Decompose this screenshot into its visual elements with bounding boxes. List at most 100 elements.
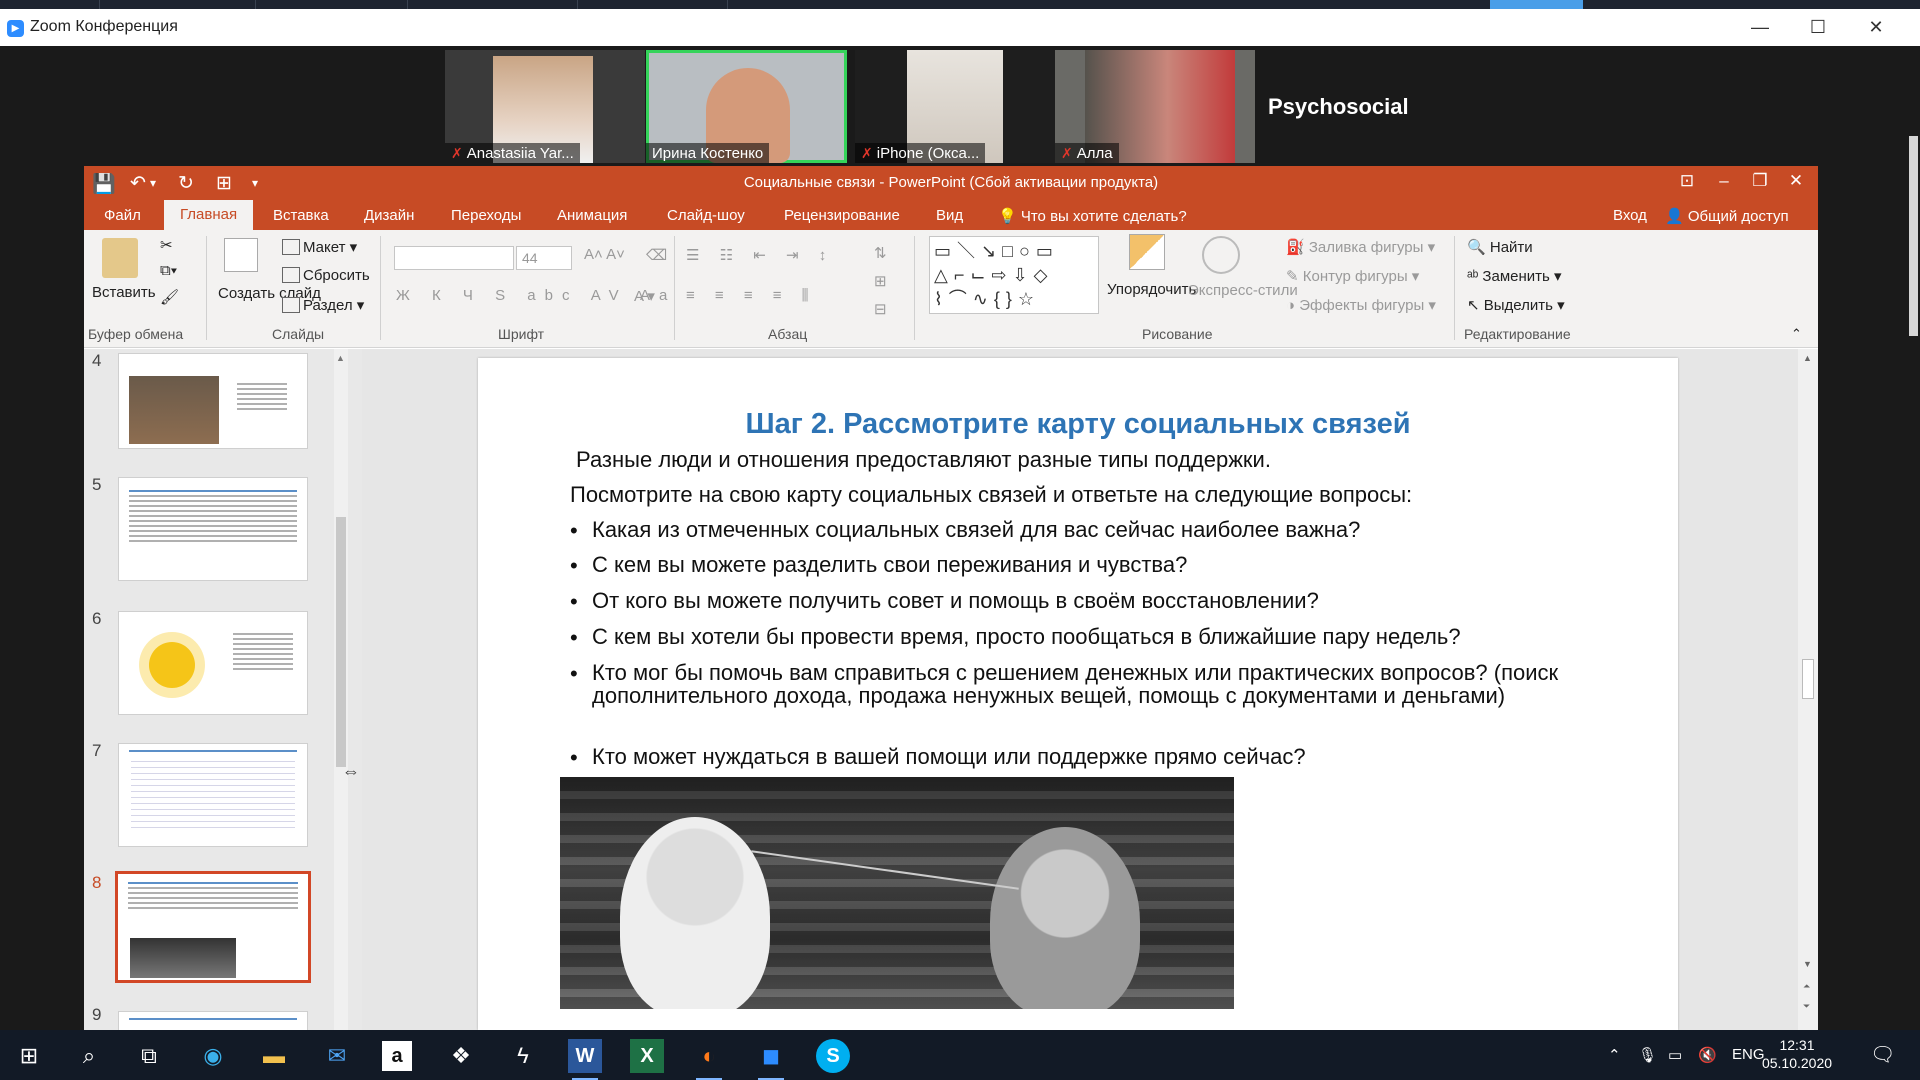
tab-design[interactable]: Дизайн xyxy=(364,207,414,224)
clear-formatting-icon[interactable]: ⌫ xyxy=(646,246,667,264)
group-separator xyxy=(1454,236,1455,340)
thumbnail-scroll-thumb[interactable] xyxy=(336,517,346,767)
slide-thumbnail-6[interactable] xyxy=(118,611,308,715)
participant-name-tile[interactable]: Psychosocial su... xyxy=(1258,50,1458,232)
battery-icon[interactable]: ▭ xyxy=(1668,1046,1682,1064)
new-slide-icon[interactable] xyxy=(224,238,258,272)
grow-font-icon[interactable]: A˄ A˅ xyxy=(584,246,625,263)
layout-button[interactable]: Макет ▾ xyxy=(282,238,357,256)
tab-home[interactable]: Главная xyxy=(164,200,254,230)
paste-icon[interactable] xyxy=(102,238,138,278)
close-icon[interactable]: ✕ xyxy=(1856,17,1896,38)
slide-title[interactable]: Шаг 2. Рассмотрите карту социальных связ… xyxy=(478,408,1678,441)
task-view-icon[interactable]: ⧉ xyxy=(132,1039,166,1073)
slide-thumbnail-5[interactable] xyxy=(118,477,308,581)
arrange-icon[interactable] xyxy=(1129,234,1165,270)
zoom-scroll-thumb[interactable] xyxy=(1909,136,1918,336)
edge-icon[interactable]: ◉ xyxy=(196,1039,230,1073)
strip-segment xyxy=(256,0,408,9)
format-painter-icon[interactable]: 🖌 xyxy=(160,288,179,306)
shape-fill-button[interactable]: ⛽ Заливка фигуры ▾ xyxy=(1286,238,1435,256)
arrange-button[interactable]: Упорядочить xyxy=(1107,281,1196,298)
zoom-scrollbar[interactable] xyxy=(1908,46,1920,1030)
skype-icon[interactable]: S xyxy=(816,1039,850,1073)
tab-slideshow[interactable]: Слайд-шоу xyxy=(667,207,745,224)
cut-icon[interactable]: ✂ xyxy=(160,236,173,254)
amazon-icon[interactable]: a xyxy=(382,1041,412,1071)
minimize-icon[interactable]: — xyxy=(1740,17,1780,38)
next-slide-icon[interactable]: ⏷ xyxy=(1803,1001,1810,1012)
video-tile-active-speaker[interactable]: Ирина Костенко xyxy=(646,50,847,163)
tab-file[interactable]: Файл xyxy=(104,207,141,224)
replace-button[interactable]: ᵃᵇ Заменить ▾ xyxy=(1467,267,1562,285)
word-icon[interactable]: W xyxy=(568,1039,602,1080)
dropbox-icon[interactable]: ❖ xyxy=(444,1039,478,1073)
microphone-icon[interactable]: 🎙 xyxy=(1638,1046,1657,1064)
quick-styles-button[interactable]: Экспресс-стили xyxy=(1188,281,1298,300)
prev-slide-icon[interactable]: ⏶ xyxy=(1803,981,1810,992)
maximize-icon[interactable]: ☐ xyxy=(1798,17,1838,38)
tab-animations[interactable]: Анимация xyxy=(557,207,627,224)
new-slide-button[interactable]: Создать слайд xyxy=(218,284,321,303)
signin-link[interactable]: Вход xyxy=(1613,207,1647,224)
scroll-down-icon[interactable]: ▼ xyxy=(1803,959,1812,969)
mail-icon[interactable]: ✉ xyxy=(320,1039,354,1073)
slide-text-line[interactable]: Посмотрите на свою карту социальных связ… xyxy=(570,482,1412,508)
notifications-icon[interactable]: 🗨 xyxy=(1870,1042,1895,1067)
video-tile[interactable]: ✗ Anastasiia Yar... xyxy=(445,50,645,163)
tab-insert[interactable]: Вставка xyxy=(273,207,329,224)
tell-me-box[interactable]: 💡 Что вы хотите сделать? xyxy=(998,207,1187,225)
ppt-close-icon[interactable]: ✕ xyxy=(1778,171,1814,191)
ppt-restore-icon[interactable]: ❐ xyxy=(1742,171,1778,191)
video-tile[interactable]: ✗ iPhone (Окса... xyxy=(855,50,1055,163)
children-tin-can-phone-photo[interactable] xyxy=(560,777,1234,1009)
font-color-icon[interactable]: A ▾ xyxy=(634,287,655,305)
scroll-up-icon[interactable]: ▲ xyxy=(1803,353,1812,363)
thumbnail-scrollbar[interactable]: ▲ xyxy=(334,349,348,1030)
slide-thumbnail-9[interactable] xyxy=(118,1011,308,1030)
ppt-minimize-icon[interactable]: – xyxy=(1706,171,1742,191)
slide-thumbnail-4[interactable] xyxy=(118,353,308,449)
slide-thumbnail-7[interactable] xyxy=(118,743,308,847)
paste-button[interactable]: Вставить xyxy=(92,284,156,301)
font-size-combo[interactable]: 44 xyxy=(516,246,572,270)
slide-thumbnail-8-selected[interactable] xyxy=(115,871,311,983)
tab-transitions[interactable]: Переходы xyxy=(451,207,521,224)
windows-start-icon[interactable]: ⊞ xyxy=(12,1039,46,1073)
slide-text-line[interactable]: Разные люди и отношения предоставляют ра… xyxy=(576,447,1271,473)
select-button[interactable]: ↖ Выделить ▾ xyxy=(1467,296,1565,314)
video-tile[interactable]: ✗ Алла xyxy=(1055,50,1255,163)
copy-icon[interactable]: ⧉▾ xyxy=(160,262,177,279)
taskbar-clock[interactable]: 12:31 05.10.2020 xyxy=(1752,1036,1842,1072)
shapes-gallery[interactable]: ▭＼↘□○▭ △⌐⌙⇨⇩◇ ⌇⌒∿{}☆ xyxy=(929,236,1099,314)
firefox-icon[interactable]: ◐ xyxy=(692,1039,726,1080)
collapse-ribbon-icon[interactable]: ⌃ xyxy=(1791,326,1802,342)
shape-outline-button[interactable]: ✎ Контур фигуры ▾ xyxy=(1286,267,1419,285)
font-name-combo[interactable] xyxy=(394,246,514,270)
app-bolt-icon[interactable]: ϟ xyxy=(506,1039,540,1073)
shape-effects-button[interactable]: ◑ Эффекты фигуры ▾ xyxy=(1286,296,1436,314)
slide-number: 9 xyxy=(92,1005,102,1024)
speaker-muted-icon[interactable]: 🔇 xyxy=(1698,1046,1717,1064)
ribbon-display-icon[interactable]: ⊡ xyxy=(1669,171,1705,191)
tab-view[interactable]: Вид xyxy=(936,207,963,224)
tab-review[interactable]: Рецензирование xyxy=(784,207,900,224)
search-icon[interactable]: ⌕ xyxy=(72,1039,106,1073)
slide-scrollbar[interactable]: ▲ ▼ ⏶ ⏷ xyxy=(1798,349,1818,1030)
current-slide[interactable]: Шаг 2. Рассмотрите карту социальных связ… xyxy=(478,358,1678,1030)
file-explorer-icon[interactable]: ▬ xyxy=(257,1039,291,1073)
list-icons[interactable]: ☰ ☷ ⇤ ⇥ ↕ xyxy=(686,246,834,264)
zoom-taskbar-icon[interactable]: ◼ xyxy=(754,1039,788,1080)
align-icons[interactable]: ≡ ≡ ≡ ≡ ⫼ xyxy=(686,287,817,304)
ribbon-home: Вставить ✂ ⧉▾ 🖌 Буфер обмена Создать сла… xyxy=(84,230,1818,348)
quick-styles-icon[interactable] xyxy=(1202,236,1240,274)
scroll-up-icon[interactable]: ▲ xyxy=(336,353,345,363)
text-direction-icons[interactable]: ⇅ ⊞ ⊟ xyxy=(874,240,887,324)
share-button[interactable]: 👤 Общий доступ xyxy=(1665,207,1789,225)
find-button[interactable]: 🔍 Найти xyxy=(1467,238,1533,256)
slide-scroll-thumb[interactable] xyxy=(1802,659,1814,699)
reset-button[interactable]: Сбросить xyxy=(282,267,370,284)
tray-chevron-icon[interactable]: ⌃ xyxy=(1608,1046,1621,1064)
section-button[interactable]: Раздел ▾ xyxy=(282,296,364,314)
excel-icon[interactable]: X xyxy=(630,1039,664,1073)
